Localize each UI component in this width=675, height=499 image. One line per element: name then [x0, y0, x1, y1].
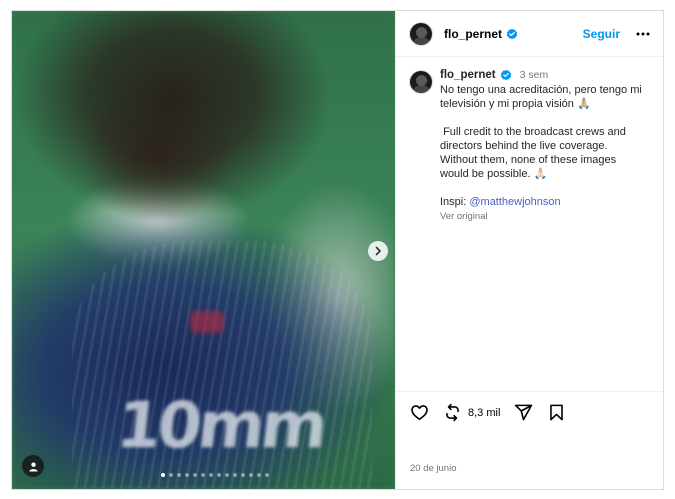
post-card: 10mm flo_pernet Seguir flo_pernet 3 sem …	[11, 10, 664, 490]
caption-text-1: No tengo una acreditación, pero tengo mi…	[440, 84, 645, 110]
repost-button[interactable]: 8,3 mil	[443, 403, 500, 422]
carousel-dot	[168, 473, 173, 477]
jersey-number: 10mm	[113, 389, 328, 463]
carousel-indicator	[12, 473, 395, 477]
carousel-dot	[192, 473, 197, 477]
post-side-panel: flo_pernet Seguir flo_pernet 3 sem No te…	[395, 11, 663, 489]
caption-text-2: Full credit to the broadcast crews and d…	[440, 126, 629, 180]
more-options-button[interactable]	[635, 26, 651, 42]
carousel-dot	[264, 473, 269, 477]
user-tag-icon	[28, 461, 38, 472]
more-icon	[636, 32, 650, 35]
caption-username[interactable]: flo_pernet	[440, 68, 496, 82]
see-original-link[interactable]: Ver original	[440, 210, 645, 224]
post-header: flo_pernet Seguir	[396, 11, 663, 57]
carousel-dot	[176, 473, 181, 477]
carousel-dot	[208, 473, 213, 477]
like-button[interactable]	[410, 403, 429, 422]
post-time[interactable]: 3 sem	[520, 68, 549, 82]
save-button[interactable]	[547, 403, 566, 422]
heart-icon	[411, 405, 428, 421]
carousel-dot	[240, 473, 245, 477]
chevron-right-icon	[375, 246, 381, 256]
follow-button[interactable]: Seguir	[583, 27, 620, 41]
post-date[interactable]: 20 de junio	[410, 463, 456, 474]
share-button[interactable]	[514, 403, 533, 422]
action-bar: 8,3 mil	[396, 391, 663, 433]
carousel-dot	[248, 473, 253, 477]
repost-count: 8,3 mil	[468, 406, 501, 419]
carousel-dot	[160, 473, 165, 477]
carousel-dot	[216, 473, 221, 477]
bookmark-icon	[550, 404, 564, 421]
caption-inspi: Inspi: @matthewjohnson	[440, 196, 561, 208]
repost-icon	[446, 403, 459, 422]
caption-avatar[interactable]	[409, 70, 433, 94]
verified-icon	[506, 28, 518, 39]
carousel-dot	[224, 473, 229, 477]
carousel-dot	[256, 473, 261, 477]
caption: flo_pernet 3 sem No tengo una acreditaci…	[409, 68, 650, 224]
carousel-dot	[232, 473, 237, 477]
carousel-dot	[200, 473, 205, 477]
verified-icon	[500, 69, 511, 81]
avatar[interactable]	[409, 21, 433, 46]
author-username[interactable]: flo_pernet	[444, 27, 502, 41]
next-slide-button[interactable]	[368, 241, 388, 261]
share-icon	[515, 404, 533, 421]
carousel-dot	[184, 473, 189, 477]
comments-area: flo_pernet 3 sem No tengo una acreditaci…	[396, 57, 663, 391]
mention-link[interactable]: @matthewjohnson	[469, 196, 560, 208]
post-media[interactable]: 10mm	[12, 11, 395, 489]
